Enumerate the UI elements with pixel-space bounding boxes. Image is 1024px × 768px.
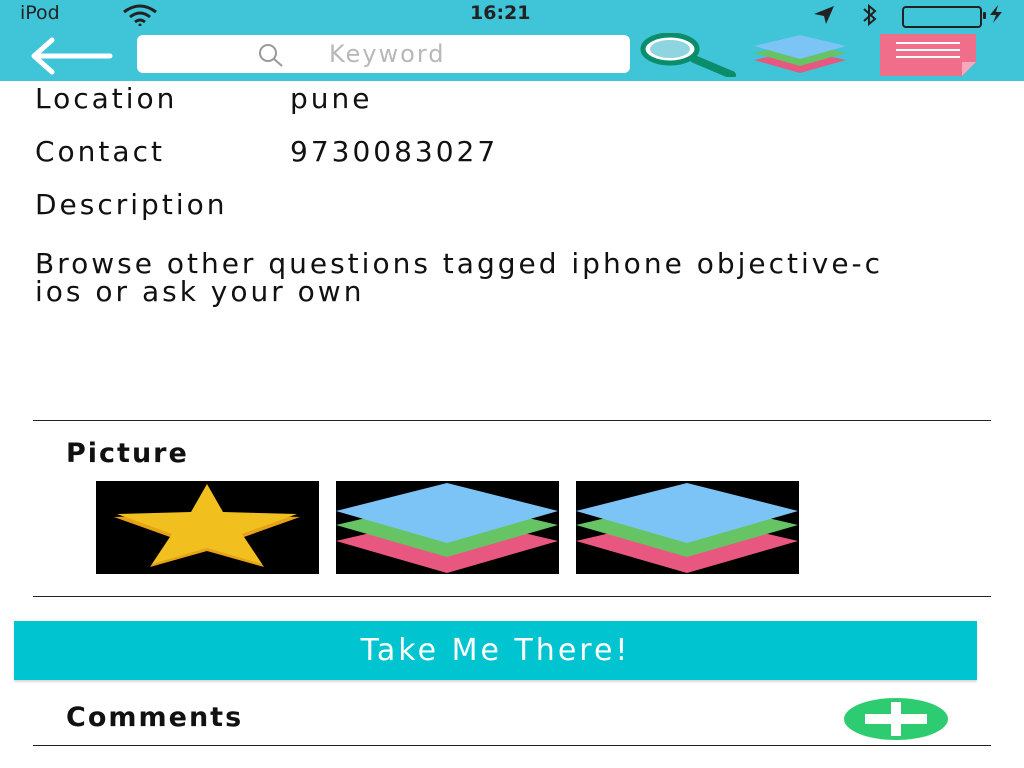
location-label: Location [35, 82, 178, 115]
search-button[interactable] [640, 32, 740, 81]
layers-button[interactable] [752, 33, 848, 79]
notes-button[interactable] [880, 32, 978, 80]
description-label: Description [35, 188, 228, 221]
top-bar: iPod 16:21 [0, 0, 1024, 81]
layers-icon [576, 483, 798, 573]
bluetooth-icon [860, 3, 880, 31]
location-value: pune [290, 82, 373, 115]
carrier-label: iPod [20, 2, 60, 24]
notes-icon [880, 34, 976, 76]
contact-label: Contact [35, 135, 165, 168]
battery-icon [902, 6, 986, 28]
picture-thumbnail-layers[interactable] [336, 481, 559, 574]
back-arrow-icon [31, 37, 113, 75]
search-icon [257, 42, 285, 72]
divider [33, 596, 991, 597]
comments-title: Comments [66, 702, 244, 733]
contact-value: 9730083027 [290, 135, 499, 168]
plus-icon [844, 698, 948, 740]
divider [33, 745, 991, 746]
layers-icon [336, 483, 558, 573]
picture-thumbnail-star[interactable] [96, 481, 319, 574]
location-arrow-icon [812, 5, 836, 29]
search-box[interactable] [137, 35, 630, 73]
add-comment-button[interactable] [843, 697, 949, 741]
layers-icon [754, 35, 846, 73]
divider [33, 420, 991, 421]
back-button[interactable] [30, 36, 114, 76]
picture-thumbnail-layers[interactable] [576, 481, 799, 574]
clock: 16:21 [470, 2, 531, 24]
magnifier-icon [640, 32, 736, 79]
charging-bolt-icon [988, 4, 1004, 28]
wifi-icon [120, 4, 160, 30]
star-icon [114, 484, 300, 567]
search-input[interactable] [327, 39, 611, 69]
description-text: Browse other questions tagged iphone obj… [35, 247, 884, 308]
picture-title: Picture [66, 438, 189, 469]
take-me-there-button[interactable]: Take Me There! [14, 621, 977, 680]
